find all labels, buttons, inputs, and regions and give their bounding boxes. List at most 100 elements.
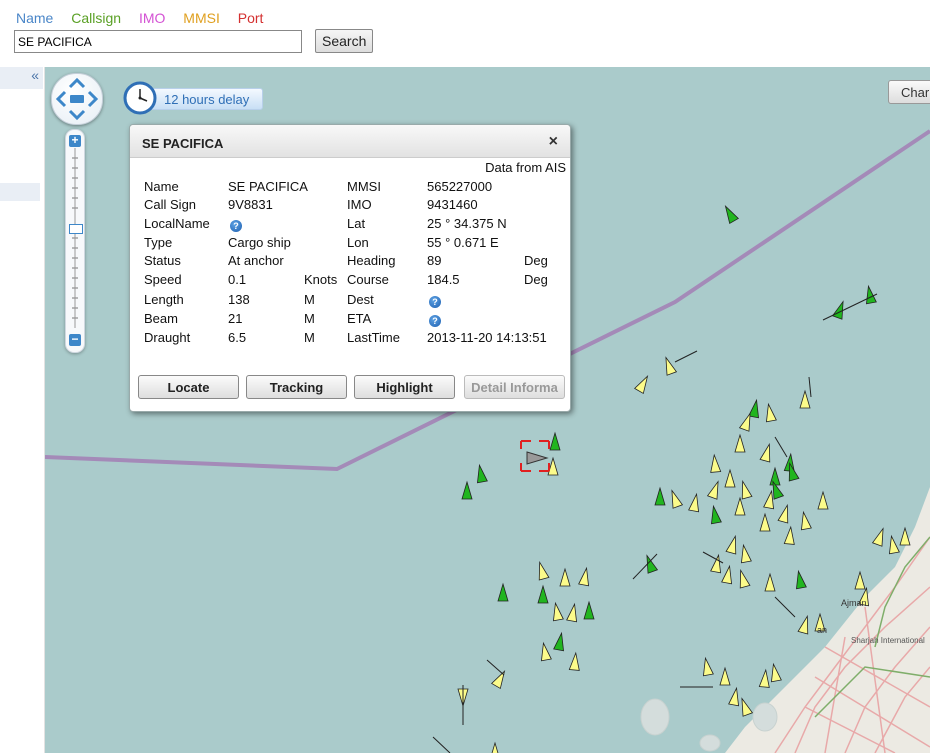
close-icon[interactable]: × bbox=[549, 133, 558, 151]
ship-marker[interactable] bbox=[475, 463, 488, 484]
ship-marker[interactable] bbox=[854, 570, 866, 590]
chart-button[interactable]: Char bbox=[888, 80, 930, 104]
search-button[interactable]: Search bbox=[315, 29, 373, 53]
ship-marker[interactable] bbox=[688, 492, 702, 513]
ship-marker[interactable] bbox=[578, 566, 592, 587]
ship-marker[interactable] bbox=[759, 442, 774, 463]
tracking-button[interactable]: Tracking bbox=[246, 375, 347, 399]
search-type-tabs: Name Callsign IMO MMSI Port bbox=[16, 10, 277, 26]
ship-track-line bbox=[822, 293, 878, 321]
ship-marker[interactable] bbox=[661, 356, 678, 376]
tab-name[interactable]: Name bbox=[16, 10, 53, 26]
zoom-out-button[interactable]: − bbox=[69, 333, 81, 346]
ship-marker[interactable] bbox=[642, 554, 659, 574]
ship-marker[interactable] bbox=[794, 569, 807, 590]
tab-mmsi[interactable]: MMSI bbox=[183, 10, 220, 26]
map-canvas[interactable]: Ajman Sharjah International an + − 12 ho… bbox=[45, 67, 930, 753]
ship-marker[interactable] bbox=[764, 572, 776, 592]
localname-help-icon[interactable]: ? bbox=[230, 217, 242, 232]
ship-marker[interactable] bbox=[537, 584, 549, 604]
selected-ship-marker[interactable] bbox=[520, 440, 550, 472]
course-value: 184.5 bbox=[427, 272, 460, 287]
ship-marker[interactable] bbox=[734, 496, 746, 516]
ship-marker[interactable] bbox=[634, 374, 652, 395]
ship-marker[interactable] bbox=[777, 503, 792, 524]
ship-marker[interactable] bbox=[797, 614, 812, 635]
ship-marker[interactable] bbox=[738, 479, 753, 500]
ship-marker[interactable] bbox=[583, 600, 595, 620]
popup-title: SE PACIFICA bbox=[142, 136, 224, 151]
ship-marker[interactable] bbox=[734, 433, 746, 453]
ship-marker[interactable] bbox=[461, 480, 473, 500]
ship-marker[interactable] bbox=[728, 686, 742, 707]
detail-info-button: Detail Informa bbox=[464, 375, 565, 399]
tab-port[interactable]: Port bbox=[238, 10, 264, 26]
left-panel: « bbox=[0, 67, 45, 753]
ship-marker[interactable] bbox=[736, 568, 751, 589]
highlight-button[interactable]: Highlight bbox=[354, 375, 455, 399]
left-panel-selected-row[interactable] bbox=[0, 183, 40, 201]
ship-marker[interactable] bbox=[748, 398, 762, 419]
ship-marker[interactable] bbox=[871, 527, 888, 547]
ship-marker[interactable] bbox=[551, 601, 564, 622]
ship-marker[interactable] bbox=[724, 468, 736, 488]
mmsi-label: MMSI bbox=[347, 179, 381, 194]
ship-marker[interactable] bbox=[490, 741, 500, 753]
eta-help-icon[interactable]: ? bbox=[429, 312, 441, 327]
draught-label: Draught bbox=[144, 330, 191, 345]
ship-marker[interactable] bbox=[553, 631, 567, 652]
ship-marker[interactable] bbox=[539, 641, 552, 662]
tab-callsign[interactable]: Callsign bbox=[71, 10, 121, 26]
imo-label: IMO bbox=[347, 197, 372, 212]
place-label-an: an bbox=[817, 625, 827, 635]
ship-marker[interactable] bbox=[719, 666, 731, 686]
ship-marker[interactable] bbox=[654, 486, 666, 506]
ship-marker[interactable] bbox=[566, 602, 580, 623]
collapse-panel-button[interactable]: « bbox=[0, 67, 43, 89]
popup-header: SE PACIFICA × bbox=[130, 125, 570, 158]
pan-control[interactable] bbox=[51, 73, 103, 125]
ship-marker[interactable] bbox=[549, 431, 561, 451]
zoom-slider[interactable]: + − bbox=[65, 129, 85, 353]
search-input[interactable] bbox=[14, 30, 302, 53]
ship-marker[interactable] bbox=[758, 668, 770, 688]
ship-marker[interactable] bbox=[701, 656, 714, 677]
type-value: Cargo ship bbox=[228, 235, 291, 250]
ship-marker[interactable] bbox=[721, 204, 739, 225]
ship-marker[interactable] bbox=[769, 662, 782, 683]
ship-marker[interactable] bbox=[709, 504, 722, 525]
ship-marker[interactable] bbox=[864, 284, 877, 305]
ship-track-line bbox=[674, 350, 698, 363]
beam-value: 21 bbox=[228, 311, 243, 326]
ship-marker[interactable] bbox=[764, 402, 777, 423]
ship-marker[interactable] bbox=[497, 582, 509, 602]
locate-button[interactable]: Locate bbox=[138, 375, 239, 399]
length-unit: M bbox=[304, 292, 315, 307]
ship-marker[interactable] bbox=[817, 490, 829, 510]
ship-marker[interactable] bbox=[535, 560, 550, 581]
ship-marker[interactable] bbox=[559, 567, 571, 587]
ship-marker[interactable] bbox=[706, 480, 723, 500]
heading-value: 89 bbox=[427, 253, 442, 268]
ship-marker[interactable] bbox=[799, 389, 811, 409]
ship-marker[interactable] bbox=[568, 651, 580, 671]
ship-marker[interactable] bbox=[783, 525, 795, 545]
length-label: Length bbox=[144, 292, 184, 307]
ship-marker[interactable] bbox=[709, 453, 722, 473]
ship-marker[interactable] bbox=[799, 510, 812, 531]
ship-track-line bbox=[486, 659, 505, 676]
ship-track-line bbox=[702, 551, 724, 564]
ship-marker[interactable] bbox=[725, 534, 740, 555]
ship-marker[interactable] bbox=[899, 526, 911, 546]
ship-marker[interactable] bbox=[739, 543, 752, 564]
dest-help-icon[interactable]: ? bbox=[429, 293, 441, 308]
ship-marker[interactable] bbox=[759, 512, 771, 532]
tab-imo[interactable]: IMO bbox=[139, 10, 165, 26]
ship-marker[interactable] bbox=[667, 489, 684, 509]
ship-marker[interactable] bbox=[737, 697, 754, 717]
zoom-handle[interactable] bbox=[69, 224, 83, 234]
ship-marker[interactable] bbox=[769, 466, 781, 486]
ship-marker[interactable] bbox=[721, 564, 735, 585]
ship-marker[interactable] bbox=[887, 534, 900, 555]
pan-arrows-icon[interactable] bbox=[52, 74, 102, 124]
